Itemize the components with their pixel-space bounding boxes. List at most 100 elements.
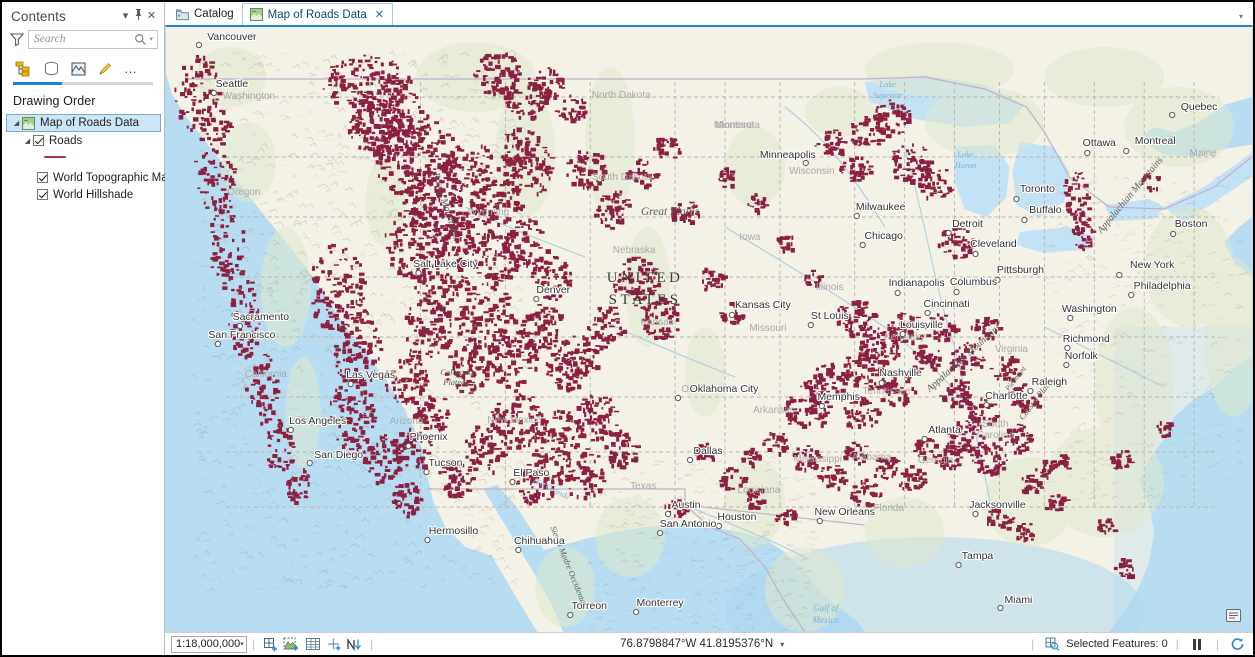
tab-map-of-roads-data[interactable]: Map of Roads Data ✕ — [241, 3, 393, 25]
tree-item-world-topographic-map[interactable]: World Topographic Map — [6, 169, 174, 186]
expand-collapse-icon[interactable]: ◢ — [11, 119, 22, 127]
search-icon[interactable] — [134, 33, 147, 46]
city-marker — [1067, 314, 1074, 322]
roads-symbol-swatch-row — [6, 149, 161, 165]
layer-tree: ◢ Map of Roads Data ◢ Roads World Topogr… — [2, 114, 174, 203]
city-label: Indianapolis — [889, 278, 945, 289]
main-area: Catalog Map of Roads Data ✕ ▾ UNITED STAT… — [165, 2, 1253, 655]
search-options-caret-icon[interactable]: ▾ — [147, 35, 155, 43]
pause-icon — [1193, 638, 1202, 650]
chevron-down-icon[interactable]: ▾ — [1239, 12, 1243, 21]
add-point-tool-icon[interactable] — [324, 635, 343, 653]
selected-features-label: Selected Features: 0 — [1066, 638, 1168, 650]
city-marker — [1027, 387, 1034, 395]
city-label: Cleveland — [970, 239, 1017, 250]
catalog-icon — [176, 8, 189, 21]
map-scale-combobox[interactable]: 1:18,000,000 ▾ — [171, 635, 247, 653]
city-label: Louisville — [900, 320, 943, 331]
city-marker — [728, 311, 736, 319]
divider: | — [1175, 637, 1179, 651]
chevron-down-icon[interactable]: ▾ — [240, 640, 247, 648]
city-label: Tampa — [962, 551, 994, 562]
expand-collapse-icon[interactable]: ◢ — [22, 137, 33, 145]
close-icon[interactable]: ✕ — [145, 10, 158, 22]
city-marker — [424, 536, 431, 544]
state-label: Arizona — [390, 416, 424, 427]
pin-icon[interactable] — [132, 9, 145, 23]
state-label: Mississippi — [794, 454, 842, 465]
rotate-north-tool-icon[interactable] — [345, 635, 364, 653]
list-by-editing-icon[interactable] — [94, 58, 116, 80]
region-label: Great Plains — [641, 206, 700, 218]
country-label: STATES — [609, 292, 682, 308]
state-label: Tennessee — [863, 386, 912, 397]
state-label: Florida — [873, 503, 904, 514]
city-label: Ottawa — [1083, 138, 1116, 149]
toolbar-active-indicator — [13, 82, 153, 85]
city-marker — [924, 309, 931, 317]
map-coordinates: 76.8798847°W 41.8195376°N — [620, 638, 774, 650]
city-label: El Paso — [513, 468, 549, 479]
city-label: Jacksonville — [969, 500, 1026, 511]
city-marker — [1169, 111, 1176, 119]
city-marker — [415, 269, 422, 277]
selected-features-icon[interactable] — [1043, 635, 1062, 653]
city-marker — [686, 456, 694, 464]
tree-item-world-hillshade[interactable]: World Hillshade — [6, 186, 161, 203]
pause-drawing-button[interactable] — [1188, 635, 1207, 653]
layer-visibility-checkbox[interactable] — [33, 135, 44, 146]
add-data-tool-icon[interactable] — [261, 635, 280, 653]
chevron-down-icon[interactable]: ▾ — [119, 10, 132, 22]
city-label: Philadelphia — [1134, 281, 1191, 292]
city-label: New Orleans — [814, 507, 875, 518]
map-icon — [22, 116, 35, 130]
filter-icon[interactable] — [9, 31, 25, 47]
state-label: Louisiana — [738, 485, 781, 496]
arcgis-pro-window: Contents ▾ ✕ Search ▾ … Drawing Order ◢ … — [0, 0, 1255, 657]
city-label: Raleigh — [1032, 377, 1068, 388]
state-label: Illinois — [816, 282, 844, 293]
city-marker — [972, 250, 979, 258]
city-label: Richmond — [1063, 334, 1110, 345]
city-marker — [921, 435, 928, 443]
city-label: Kansas City — [735, 300, 792, 311]
divider: | — [252, 637, 256, 651]
tab-catalog[interactable]: Catalog — [169, 3, 242, 25]
map-view[interactable]: UNITED STATES Great Plains Appalachian Moun… — [165, 25, 1253, 632]
city-marker — [983, 401, 990, 409]
roads-line-symbol[interactable] — [44, 156, 66, 158]
city-marker — [853, 212, 860, 220]
state-label: New Mexico — [487, 415, 542, 426]
city-marker — [953, 288, 960, 296]
city-label: San Diego — [314, 450, 363, 461]
city-label: Norfolk — [1065, 351, 1099, 362]
city-label: Sacramento — [233, 312, 290, 323]
city-label: Memphis — [818, 392, 861, 403]
list-by-drawing-order-icon[interactable] — [13, 58, 35, 80]
map-canvas[interactable]: UNITED STATES Great Plains Appalachian Moun… — [166, 27, 1252, 632]
more-options-icon[interactable]: … — [121, 58, 141, 80]
attribute-table-tool-icon[interactable] — [303, 635, 322, 653]
select-tool-icon[interactable] — [282, 635, 301, 653]
close-icon[interactable]: ✕ — [375, 8, 384, 21]
city-label: New York — [1130, 260, 1175, 271]
city-label: Detroit — [952, 219, 983, 230]
state-label: Arkansas — [753, 405, 795, 416]
city-label: Dallas — [693, 446, 722, 457]
chevron-down-icon[interactable]: ▾ — [780, 640, 784, 649]
tree-item-map-of-roads-data[interactable]: ◢ Map of Roads Data — [6, 114, 161, 132]
tree-item-roads[interactable]: ◢ Roads — [6, 132, 161, 149]
list-by-data-source-icon[interactable] — [40, 58, 62, 80]
layer-visibility-checkbox[interactable] — [37, 172, 48, 183]
search-input[interactable]: Search ▾ — [28, 29, 158, 49]
layer-visibility-checkbox[interactable] — [37, 189, 48, 200]
map-status-bar: 1:18,000,000 ▾ | | 76.8798847°W 41.81953… — [165, 632, 1253, 655]
contents-toolbar: … — [2, 54, 164, 81]
state-label: Oregon — [227, 187, 260, 198]
city-label: Chicago — [864, 231, 903, 242]
state-label: South Dakota — [592, 172, 653, 183]
refresh-button[interactable] — [1228, 635, 1247, 653]
list-by-selection-icon[interactable] — [67, 58, 89, 80]
divider: | — [370, 637, 374, 651]
basemap-gallery-widget[interactable] — [1223, 606, 1244, 625]
